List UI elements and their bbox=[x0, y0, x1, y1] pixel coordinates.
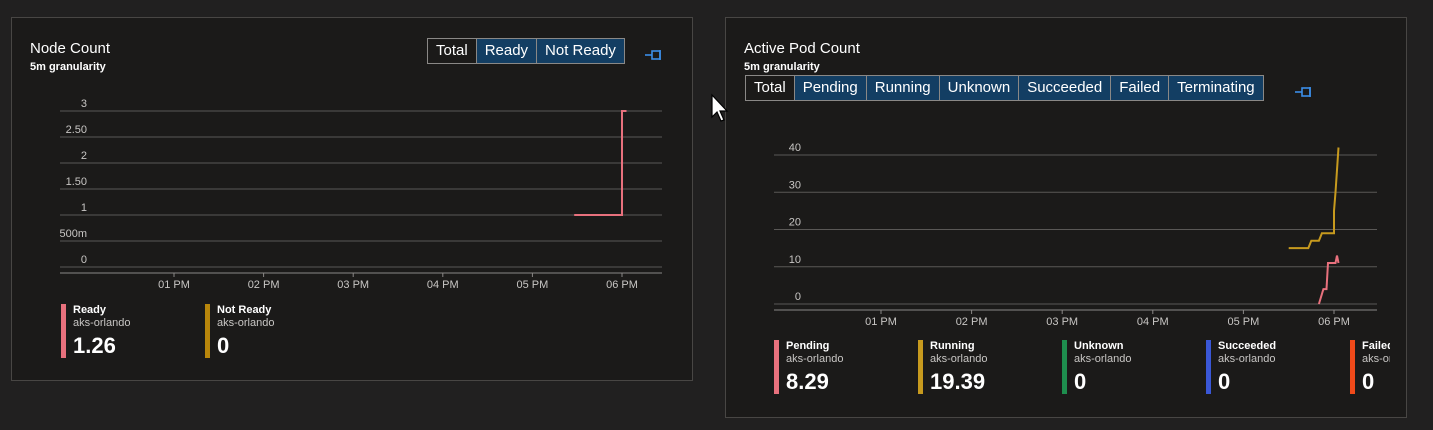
x-tick-label: 06 PM bbox=[606, 279, 638, 291]
x-tick-label: 06 PM bbox=[1318, 316, 1350, 328]
x-tick-label: 04 PM bbox=[427, 279, 459, 291]
legend-item-not-ready[interactable]: Not Ready aks-orlando 0 bbox=[205, 304, 335, 358]
legend-color-failed bbox=[1350, 340, 1355, 394]
y-tick-label: 40 bbox=[789, 142, 801, 154]
legend-item-pending[interactable]: Pending aks-orlando 8.29 bbox=[774, 340, 904, 394]
legend-color-running bbox=[918, 340, 923, 394]
x-tick-label: 02 PM bbox=[956, 316, 988, 328]
x-tick-label: 02 PM bbox=[248, 279, 280, 291]
legend-value: 19.39 bbox=[930, 369, 986, 394]
legend-resource: aks-orlando bbox=[930, 353, 988, 365]
pod-count-legend: Pending aks-orlando 8.29 Running aks-orl… bbox=[726, 338, 1390, 398]
legend-resource: aks-orlando bbox=[217, 317, 275, 329]
legend-value: 8.29 bbox=[786, 369, 829, 394]
legend-resource: aks-orlando bbox=[1362, 353, 1390, 365]
series-line-running bbox=[1288, 147, 1340, 250]
y-tick-label: 0 bbox=[795, 291, 801, 303]
y-tick-label: 30 bbox=[789, 179, 801, 191]
node-count-panel: Node Count 5m granularity Total Ready No… bbox=[11, 17, 693, 381]
y-tick-label: 1 bbox=[81, 202, 87, 214]
node-count-chart: 0 500m 1 1.50 2 2.50 3 01 PM 02 PM 03 PM 04 PM 05 P… bbox=[59, 98, 662, 291]
legend-color-pending bbox=[774, 340, 779, 394]
legend-series-name: Running bbox=[930, 340, 975, 352]
legend-color-ready bbox=[61, 304, 66, 358]
series-line-pending bbox=[1317, 255, 1340, 305]
x-tick-label: 03 PM bbox=[1046, 316, 1078, 328]
legend-resource: aks-orlando bbox=[1218, 353, 1276, 365]
y-tick-label: 2.50 bbox=[66, 124, 87, 136]
legend-color-unknown bbox=[1062, 340, 1067, 394]
x-tick-label: 05 PM bbox=[517, 279, 549, 291]
legend-series-name: Succeeded bbox=[1218, 340, 1277, 352]
y-tick-label: 1.50 bbox=[66, 176, 87, 188]
legend-resource: aks-orlando bbox=[786, 353, 844, 365]
legend-color-not-ready bbox=[205, 304, 210, 358]
legend-series-name: Failed bbox=[1362, 340, 1390, 352]
x-tick-label: 05 PM bbox=[1228, 316, 1260, 328]
legend-item-ready[interactable]: Ready aks-orlando 1.26 bbox=[61, 304, 191, 358]
x-tick-label: 01 PM bbox=[158, 279, 190, 291]
active-pod-count-chart: 0 10 20 30 40 01 PM 02 PM 03 PM 04 PM 05 PM 06 PM bbox=[774, 142, 1377, 328]
legend-series-name: Unknown bbox=[1074, 340, 1124, 352]
legend-item-running[interactable]: Running aks-orlando 19.39 bbox=[918, 340, 1048, 394]
legend-series-name: Ready bbox=[73, 304, 107, 316]
x-tick-label: 03 PM bbox=[337, 279, 369, 291]
legend-series-name: Not Ready bbox=[217, 304, 272, 316]
legend-item-unknown[interactable]: Unknown aks-orlando 0 bbox=[1062, 340, 1192, 394]
y-tick-label: 2 bbox=[81, 150, 87, 162]
legend-value: 0 bbox=[217, 333, 230, 358]
legend-item-failed[interactable]: Failed aks-orlando 0 bbox=[1350, 340, 1390, 394]
legend-resource: aks-orlando bbox=[1074, 353, 1132, 365]
mouse-pointer-icon bbox=[711, 93, 729, 122]
legend-value: 0 bbox=[1074, 369, 1087, 394]
y-tick-label: 10 bbox=[789, 254, 801, 266]
legend-value: 1.26 bbox=[73, 333, 116, 358]
legend-color-succeeded bbox=[1206, 340, 1211, 394]
active-pod-count-panel: Active Pod Count 5m granularity Total Pe… bbox=[725, 17, 1407, 418]
legend-value: 0 bbox=[1362, 369, 1375, 394]
y-tick-label: 500m bbox=[59, 228, 87, 240]
y-tick-label: 20 bbox=[789, 217, 801, 229]
y-tick-label: 0 bbox=[81, 254, 87, 266]
x-tick-label: 04 PM bbox=[1137, 316, 1169, 328]
legend-series-name: Pending bbox=[786, 340, 830, 352]
x-tick-label: 01 PM bbox=[865, 316, 897, 328]
legend-resource: aks-orlando bbox=[73, 317, 131, 329]
legend-item-succeeded[interactable]: Succeeded aks-orlando 0 bbox=[1206, 340, 1336, 394]
legend-value: 0 bbox=[1218, 369, 1231, 394]
y-tick-label: 3 bbox=[81, 98, 87, 110]
